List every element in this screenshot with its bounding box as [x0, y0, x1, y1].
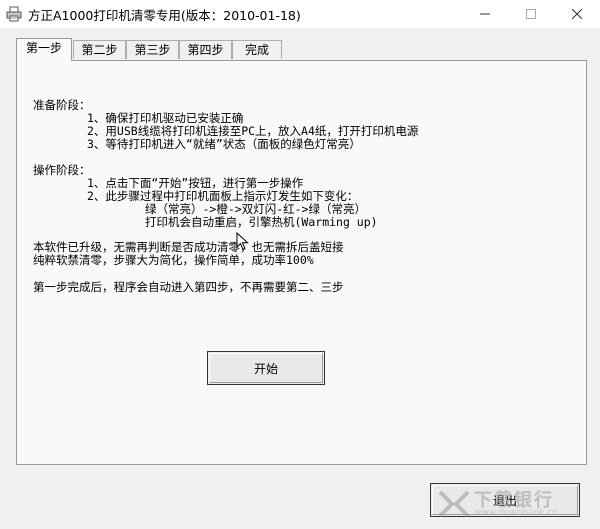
watermark-sub: www.downbank.cn	[474, 508, 559, 518]
close-button[interactable]	[554, 0, 600, 28]
maximize-button[interactable]	[508, 0, 554, 28]
start-button-label: 开始	[253, 361, 278, 376]
watermark-logo-icon	[438, 490, 470, 518]
prep-heading: 准备阶段：	[33, 98, 91, 112]
tab-step-1[interactable]: 第一步	[16, 38, 72, 61]
tab-step-4[interactable]: 第四步	[179, 40, 232, 59]
note-2: 纯粹软禁清零，步骤大为简化，操作简单，成功率100%	[33, 253, 314, 267]
minimize-button[interactable]	[462, 0, 508, 28]
tab-step-2[interactable]: 第二步	[73, 40, 126, 59]
close-icon	[572, 9, 582, 19]
mouse-cursor-icon	[236, 232, 249, 251]
title-bar: 方正A1000打印机清零专用(版本：2010-01-18)	[0, 0, 600, 28]
op-heading: 操作阶段：	[33, 163, 91, 177]
window-title: 方正A1000打印机清零专用(版本：2010-01-18)	[28, 8, 301, 23]
maximize-icon	[526, 9, 536, 19]
tab-step-3[interactable]: 第三步	[126, 40, 179, 59]
start-button[interactable]: 开始	[207, 351, 325, 385]
minimize-icon	[480, 13, 490, 15]
printer-icon	[6, 6, 22, 22]
final-note: 第一步完成后，程序会自动进入第四步，不再需要第二、三步	[33, 280, 344, 294]
op-sub-2: 打印机会自动重启，引擎热机(Warming up)	[145, 215, 378, 229]
watermark: 下载银行 www.downbank.cn	[438, 484, 588, 524]
tab-finish[interactable]: 完成	[232, 40, 282, 59]
prep-item-3: 3、等待打印机进入“就绪”状态（面板的绿色灯常亮）	[87, 137, 361, 151]
